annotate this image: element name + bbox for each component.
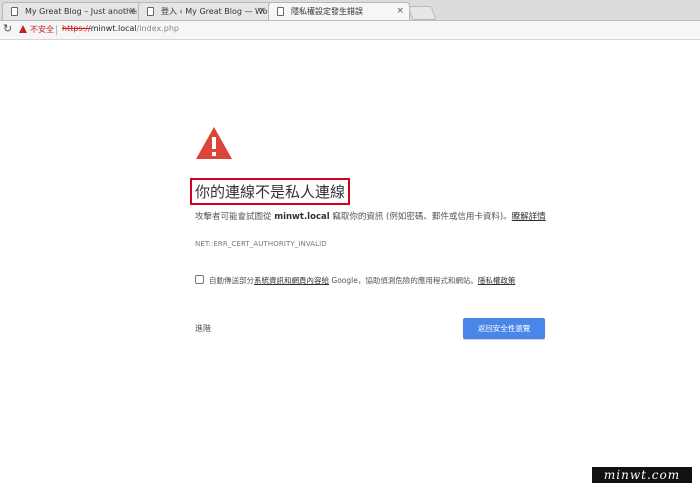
close-icon[interactable]: × bbox=[128, 3, 136, 20]
document-icon bbox=[147, 7, 154, 16]
warning-icon[interactable] bbox=[19, 25, 27, 33]
page-title: 你的連線不是私人連線 bbox=[190, 178, 351, 205]
url-field[interactable]: https://minwt.local/index.php bbox=[62, 24, 179, 33]
tab-title: My Great Blog – Just another W bbox=[25, 7, 137, 16]
close-icon[interactable]: × bbox=[396, 3, 404, 20]
tab-my-great-blog[interactable]: My Great Blog – Just another W × bbox=[2, 2, 142, 20]
checkbox-label: 自動傳送部分系統資訊和網頁內容給 Google，協助偵測危險的應用程式和網站。隱… bbox=[209, 275, 515, 286]
tab-privacy-error[interactable]: 隱私權設定發生錯誤 × bbox=[268, 2, 410, 20]
tab-strip: My Great Blog – Just another W × 登入 ‹ My… bbox=[0, 0, 700, 21]
checkbox-middle: Google，協助偵測危險的應用程式和網站。 bbox=[329, 276, 478, 285]
tab-title: 登入 ‹ My Great Blog — WordP bbox=[161, 7, 267, 16]
tab-title: 隱私權設定發生錯誤 bbox=[291, 7, 363, 16]
description-prefix: 攻擊者可能會試圖從 bbox=[195, 212, 272, 222]
large-warning-icon bbox=[196, 127, 232, 159]
checkbox-icon[interactable] bbox=[195, 275, 204, 284]
close-icon[interactable]: × bbox=[258, 3, 266, 20]
description: 攻擊者可能會試圖從 minwt.local 竊取你的資訊 (例如密碼、郵件或信用… bbox=[195, 210, 550, 224]
description-host: minwt.local bbox=[274, 212, 330, 222]
system-info-link[interactable]: 系統資訊和網頁內容給 bbox=[254, 276, 329, 285]
tab-login[interactable]: 登入 ‹ My Great Blog — WordP × bbox=[138, 2, 272, 20]
privacy-policy-link[interactable]: 隱私權政策 bbox=[478, 276, 516, 285]
checkbox-prefix: 自動傳送部分 bbox=[209, 276, 254, 285]
divider bbox=[56, 25, 57, 35]
url-path: /index.php bbox=[136, 24, 179, 33]
document-icon bbox=[277, 7, 284, 16]
document-icon bbox=[11, 7, 18, 16]
reload-icon[interactable]: ↻ bbox=[3, 22, 12, 35]
back-to-safety-button[interactable]: 返回安全性瀏覽 bbox=[463, 318, 545, 339]
watermark-logo: minwt.com bbox=[592, 467, 692, 483]
security-label[interactable]: 不安全 bbox=[30, 24, 54, 35]
address-bar: ↻ 不安全 https://minwt.local/index.php bbox=[0, 21, 700, 40]
new-tab-button[interactable] bbox=[407, 6, 437, 20]
url-scheme: https:// bbox=[62, 24, 91, 33]
error-code: NET::ERR_CERT_AUTHORITY_INVALID bbox=[195, 240, 327, 248]
url-host: minwt.local bbox=[90, 24, 137, 33]
description-suffix: 竊取你的資訊 (例如密碼、郵件或信用卡資料)。 bbox=[332, 212, 512, 222]
learn-more-link[interactable]: 瞭解詳情 bbox=[512, 212, 546, 222]
advanced-button[interactable]: 進階 bbox=[195, 323, 211, 334]
